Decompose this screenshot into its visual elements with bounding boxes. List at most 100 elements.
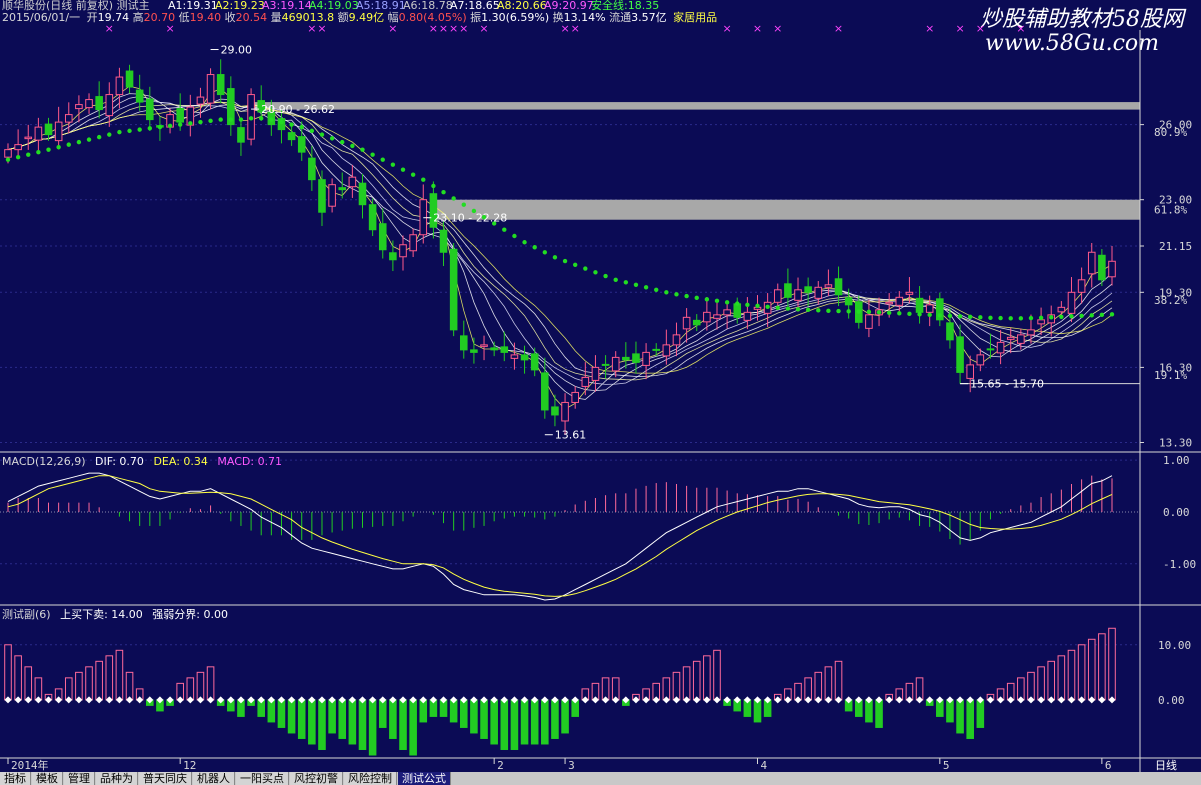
candle[interactable] [986,348,995,351]
sub-bar[interactable] [409,699,417,756]
candle[interactable] [115,76,124,96]
candle[interactable] [459,335,468,351]
candle[interactable] [541,372,549,411]
candle[interactable] [946,322,954,341]
candle[interactable] [4,149,12,158]
candle[interactable] [500,346,509,353]
sub-bar[interactable] [105,655,114,701]
sub-bar[interactable] [206,666,215,701]
candle[interactable] [571,391,579,403]
candle[interactable] [54,121,63,142]
candle[interactable] [622,356,630,361]
sub-bar[interactable] [1098,633,1106,701]
candle[interactable] [652,348,661,351]
candle[interactable] [905,291,914,295]
sub-bar[interactable] [1057,655,1066,701]
candle[interactable] [399,244,407,258]
sub-bar[interactable] [1108,627,1116,701]
candle[interactable] [368,204,377,231]
sub-bar[interactable] [672,671,681,701]
sub-bar[interactable] [318,699,326,750]
candle[interactable] [713,314,721,319]
candle[interactable] [470,349,478,353]
candle[interactable] [1017,334,1025,344]
sub-bar[interactable] [814,671,823,701]
candle[interactable] [358,182,367,206]
sub-bar[interactable] [480,699,488,739]
sub-bar[interactable] [1037,666,1045,701]
candle[interactable] [135,89,144,103]
candle[interactable] [885,301,893,305]
candle[interactable] [682,316,691,330]
candle[interactable] [95,96,103,111]
tab-5[interactable]: 普天同庆 [139,772,192,785]
candle[interactable] [1057,306,1066,313]
candle[interactable] [176,108,184,123]
tab-4[interactable]: 品种为 [96,772,138,785]
candle[interactable] [794,289,802,301]
candle[interactable] [551,406,559,416]
candle[interactable] [378,223,387,251]
candle[interactable] [966,364,974,379]
candle[interactable] [490,347,498,351]
candle[interactable] [308,157,316,181]
sub-bar[interactable] [14,655,22,701]
sub-bar[interactable] [1087,638,1096,701]
candle[interactable] [865,314,873,329]
candle[interactable] [338,187,347,191]
candle[interactable] [581,376,590,387]
sub-bar[interactable] [24,666,33,701]
sub-bar[interactable] [125,671,134,701]
sub-bar[interactable] [956,699,964,734]
candle[interactable] [1108,260,1116,278]
tab-8[interactable]: 风控初警 [290,772,343,785]
candle[interactable] [1087,251,1096,275]
candle[interactable] [662,344,671,357]
sub-bar[interactable] [976,699,985,728]
sub-bar[interactable] [520,699,529,745]
sub-bar[interactable] [824,666,833,701]
sub-bar[interactable] [1047,660,1056,701]
candle[interactable] [75,104,83,110]
sub-bar[interactable] [470,699,478,734]
candle[interactable] [510,354,519,359]
sub-bar[interactable] [196,671,205,701]
sub-bar[interactable] [510,699,519,750]
candle[interactable] [14,144,22,151]
tab-2[interactable]: 模板 [32,772,63,785]
sub-bar[interactable] [277,699,286,728]
candle[interactable] [804,286,812,293]
sub-bar[interactable] [308,699,316,745]
sub-bar[interactable] [389,699,397,739]
candle[interactable] [692,319,701,326]
sub-bar[interactable] [541,699,549,745]
tab-1[interactable]: 指标 [0,772,31,785]
sub-bar[interactable] [348,699,357,745]
candle[interactable] [1067,291,1076,314]
candle[interactable] [956,336,964,373]
candle[interactable] [611,356,620,372]
sub-bar[interactable] [75,671,83,701]
sub-bar[interactable] [875,699,883,728]
candle[interactable] [632,353,640,363]
candle[interactable] [834,278,843,296]
sub-bar[interactable] [561,699,569,734]
sub-bar[interactable] [551,699,559,739]
sub-bar[interactable] [338,699,347,739]
sub-bar[interactable] [328,699,336,734]
candle[interactable] [328,184,336,207]
sub-bar[interactable] [115,649,124,701]
candle[interactable] [24,136,33,140]
sub-bar[interactable] [287,699,296,734]
candle[interactable] [419,199,428,236]
candle[interactable] [206,74,215,104]
sub-bar[interactable] [85,666,93,701]
sub-bar[interactable] [358,699,367,750]
candle[interactable] [530,353,539,371]
sub-bar[interactable] [682,666,691,701]
candle[interactable] [216,74,225,96]
candle[interactable] [844,297,853,306]
candle[interactable] [976,354,985,366]
candle[interactable] [237,127,245,143]
sub-bar[interactable] [4,644,12,701]
